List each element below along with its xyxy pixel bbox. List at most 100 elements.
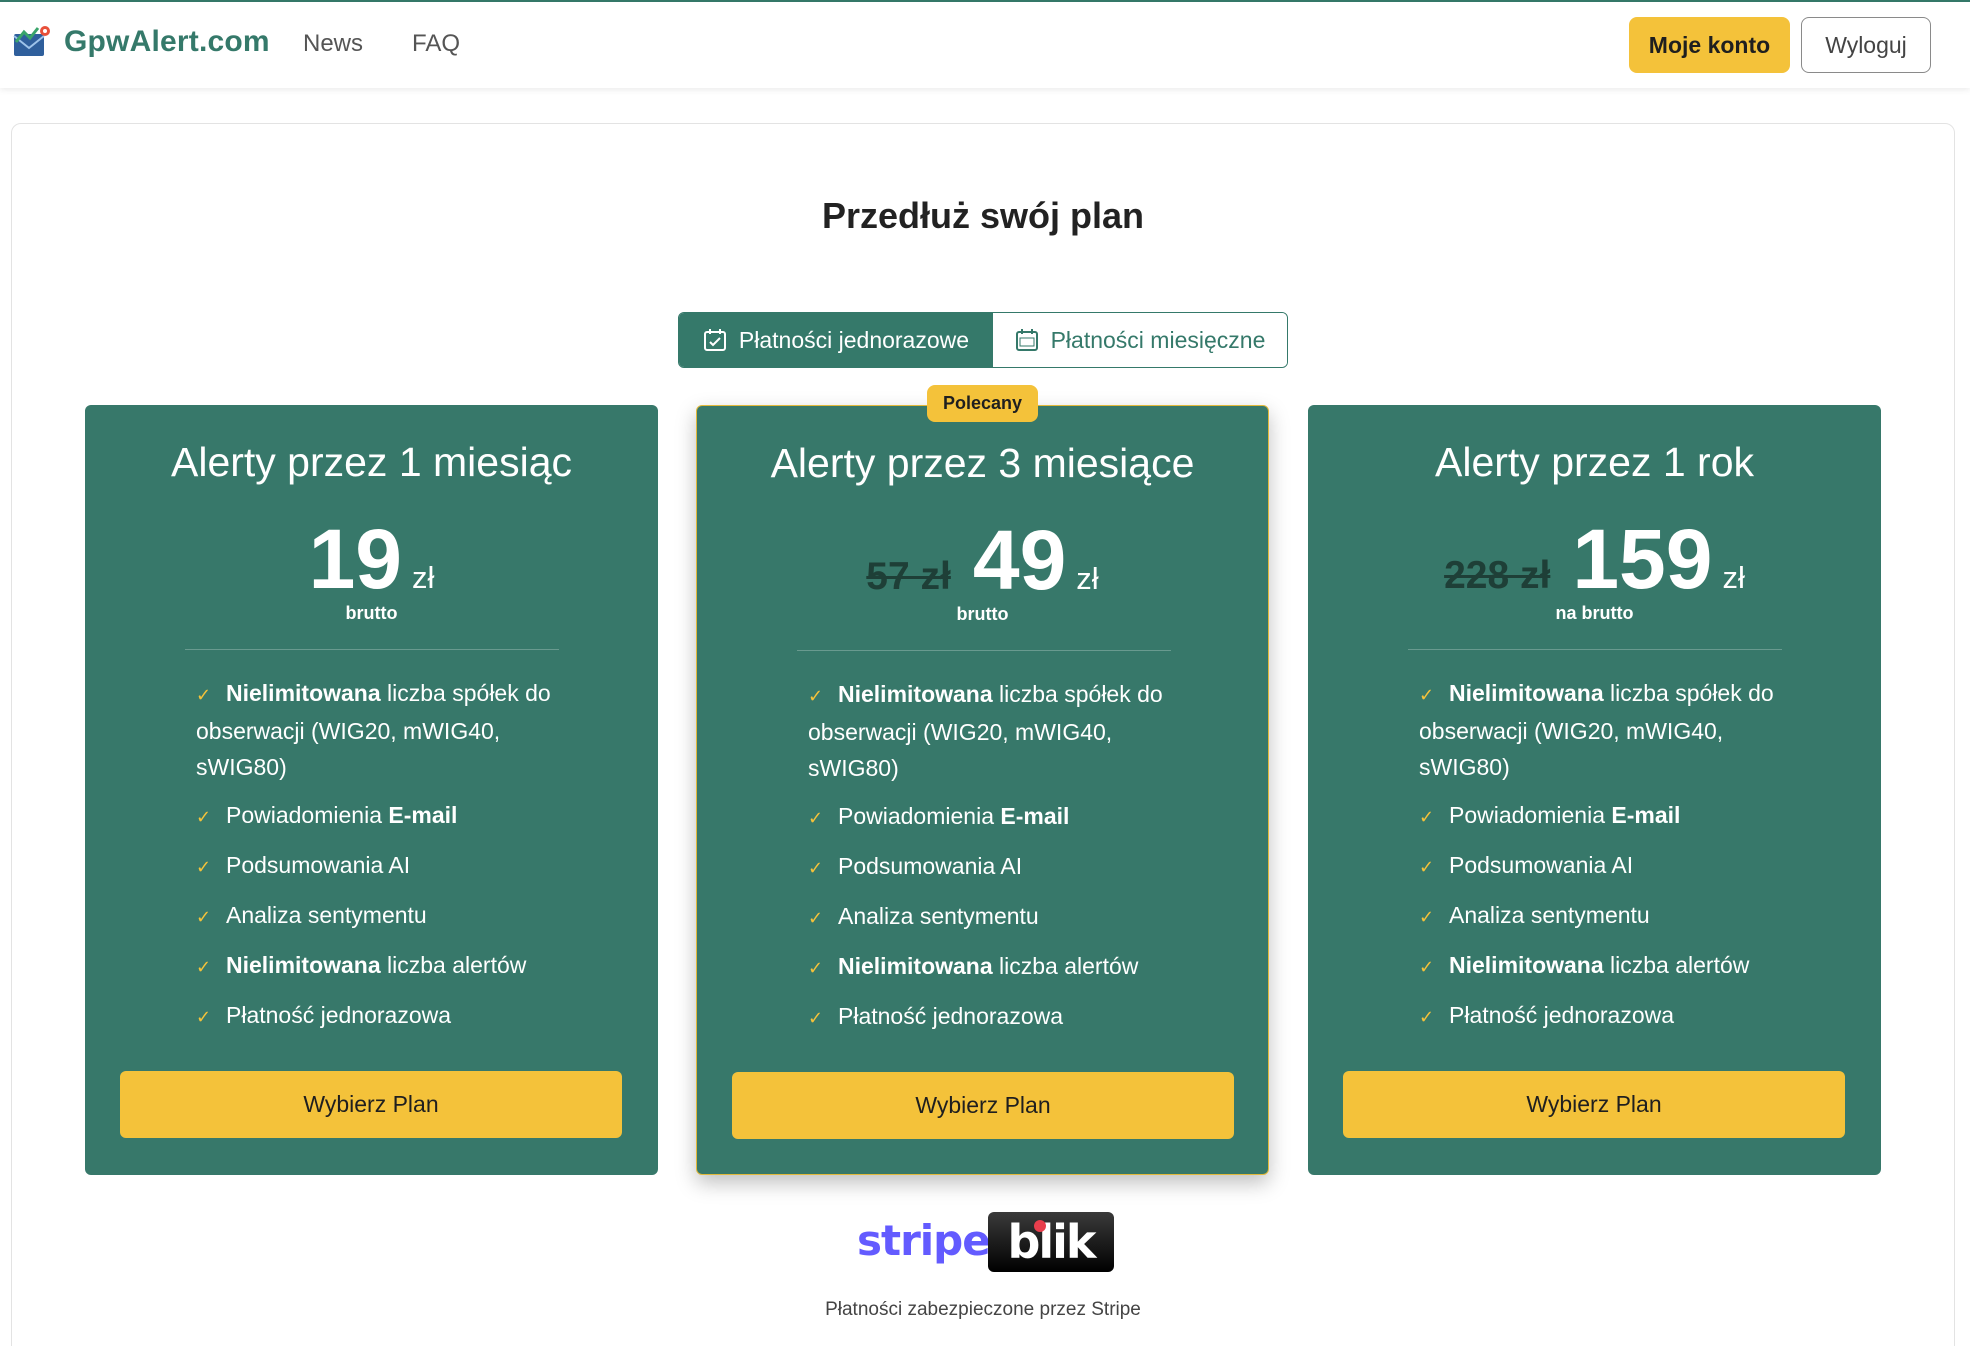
feature-text: Płatność jednorazowa [226, 1002, 452, 1028]
recommended-badge: Polecany [927, 385, 1038, 422]
feature-text: liczba alertów [992, 953, 1139, 979]
plan-price: 49 [972, 513, 1067, 607]
feature-text-bold: E-mail [388, 802, 458, 828]
feature-text-bold: E-mail [1000, 803, 1070, 829]
plan-old-price: 228 zł [1444, 554, 1551, 597]
feature-item: ✓ Płatność jednorazowa [1419, 997, 1819, 1035]
feature-item: ✓ Analiza sentymentu [1419, 897, 1819, 935]
billing-toggle: Płatności jednorazowe Płatności miesięcz… [678, 312, 1288, 368]
feature-item: ✓ Płatność jednorazowa [808, 998, 1208, 1036]
feature-text-bold: Nielimitowana [1449, 952, 1604, 978]
feature-list: ✓ Nielimitowana liczba spółek do obserwac… [196, 675, 596, 1047]
feature-text: Podsumowania AI [1449, 852, 1634, 878]
feature-item: ✓ Analiza sentymentu [808, 898, 1208, 936]
plan-title: Alerty przez 3 miesiące [770, 440, 1195, 486]
feature-text-bold: Nielimitowana [838, 953, 993, 979]
divider [797, 650, 1171, 651]
feature-item: ✓ Nielimitowana liczba alertów [1419, 947, 1819, 985]
price-note: brutto [956, 604, 1009, 624]
check-icon: ✓ [808, 1008, 824, 1028]
feature-text-bold: E-mail [1611, 802, 1681, 828]
feature-item: ✓ Płatność jednorazowa [196, 997, 596, 1035]
navbar: GpwAlert.com News FAQ Moje konto Wyloguj [0, 2, 1970, 88]
feature-text: Analiza sentymentu [226, 902, 427, 928]
divider [185, 649, 559, 650]
feature-list: ✓ Nielimitowana liczba spółek do obserwac… [808, 676, 1208, 1048]
feature-text-pre: Powiadomienia [838, 803, 1001, 829]
plan-currency: zł [1076, 561, 1099, 596]
check-icon: ✓ [196, 907, 212, 927]
plan-title: Alerty przez 1 rok [1435, 439, 1754, 485]
check-icon: ✓ [808, 958, 824, 978]
blik-logo-text: blik [1007, 1215, 1096, 1269]
plan-price: 19 [308, 512, 403, 606]
check-icon: ✓ [808, 686, 824, 706]
feature-list: ✓ Nielimitowana liczba spółek do obserwac… [1419, 675, 1819, 1047]
feature-text-bold: Nielimitowana [838, 681, 993, 707]
choose-plan-button[interactable]: Wybierz Plan [1343, 1071, 1845, 1138]
check-icon: ✓ [1419, 857, 1435, 877]
blik-dot [1034, 1220, 1046, 1232]
plan-price: 159 [1572, 512, 1713, 606]
feature-text: liczba alertów [1603, 952, 1750, 978]
toggle-monthly-payments[interactable]: Płatności miesięczne [992, 313, 1287, 367]
check-icon: ✓ [196, 685, 212, 705]
secure-payment-text: Płatności zabezpieczone przez Stripe [825, 1299, 1141, 1320]
calendar-month-icon [1015, 329, 1038, 351]
feature-item: ✓ Nielimitowana liczba spółek do obserwac… [1419, 675, 1819, 785]
feature-item: ✓ Nielimitowana liczba alertów [196, 947, 596, 985]
check-icon: ✓ [1419, 907, 1435, 927]
check-icon: ✓ [808, 808, 824, 828]
check-icon: ✓ [1419, 1007, 1435, 1027]
feature-item: ✓ Powiadomienia E-mail [196, 797, 596, 835]
check-icon: ✓ [196, 807, 212, 827]
price-row: 57 zł 49 zł [697, 518, 1268, 602]
toggle-one-time-payments[interactable]: Płatności jednorazowe [679, 313, 993, 367]
price-note: brutto [345, 603, 398, 623]
choose-plan-button[interactable]: Wybierz Plan [120, 1071, 622, 1138]
logout-button[interactable]: Wyloguj [1801, 17, 1931, 73]
feature-item: ✓ Powiadomienia E-mail [808, 798, 1208, 836]
feature-item: ✓ Nielimitowana liczba spółek do obserwac… [808, 676, 1208, 786]
plan-title: Alerty przez 1 miesiąc [170, 439, 572, 485]
calendar-check-icon [703, 329, 726, 351]
divider [1408, 649, 1782, 650]
check-icon: ✓ [1419, 957, 1435, 977]
brand[interactable]: GpwAlert.com [12, 24, 270, 60]
check-icon: ✓ [1419, 685, 1435, 705]
price-note: na brutto [1555, 603, 1634, 623]
check-icon: ✓ [196, 957, 212, 977]
feature-text-pre: Powiadomienia [1449, 802, 1612, 828]
choose-plan-button[interactable]: Wybierz Plan [732, 1072, 1234, 1139]
feature-text-bold: Nielimitowana [226, 952, 381, 978]
feature-text: liczba alertów [380, 952, 527, 978]
nav-link-faq[interactable]: FAQ [412, 30, 460, 58]
toggle-one-time-label: Płatności jednorazowe [738, 326, 970, 353]
feature-item: ✓ Analiza sentymentu [196, 897, 596, 935]
check-icon: ✓ [196, 857, 212, 877]
feature-text: Płatność jednorazowa [838, 1003, 1064, 1029]
brand-name: GpwAlert.com [64, 25, 270, 58]
plan-old-price: 57 zł [866, 555, 951, 598]
feature-item: ✓ Podsumowania AI [808, 848, 1208, 886]
my-account-button[interactable]: Moje konto [1629, 17, 1790, 73]
stripe-logo: stripe [857, 1216, 991, 1265]
nav-link-news[interactable]: News [303, 30, 363, 58]
feature-item: ✓ Podsumowania AI [1419, 847, 1819, 885]
feature-text: Analiza sentymentu [838, 903, 1039, 929]
feature-text: Płatność jednorazowa [1449, 1002, 1675, 1028]
price-row: 228 zł 159 zł [1308, 517, 1881, 601]
plan-currency: zł [412, 560, 435, 595]
check-icon: ✓ [808, 858, 824, 878]
feature-text-bold: Nielimitowana [226, 680, 381, 706]
page-title: Przedłuż swój plan [821, 195, 1145, 236]
feature-item: ✓ Podsumowania AI [196, 847, 596, 885]
feature-text-pre: Powiadomienia [226, 802, 389, 828]
blik-logo: blik [988, 1212, 1114, 1272]
check-icon: ✓ [808, 908, 824, 928]
feature-item: ✓ Nielimitowana liczba alertów [808, 948, 1208, 986]
feature-text: Podsumowania AI [226, 852, 411, 878]
envelope-chart-logo-icon [13, 26, 50, 56]
feature-item: ✓ Nielimitowana liczba spółek do obserwac… [196, 675, 596, 785]
plan-card-1-month: Alerty przez 1 miesiąc 19 zł brutto ✓ Nie… [85, 405, 658, 1175]
